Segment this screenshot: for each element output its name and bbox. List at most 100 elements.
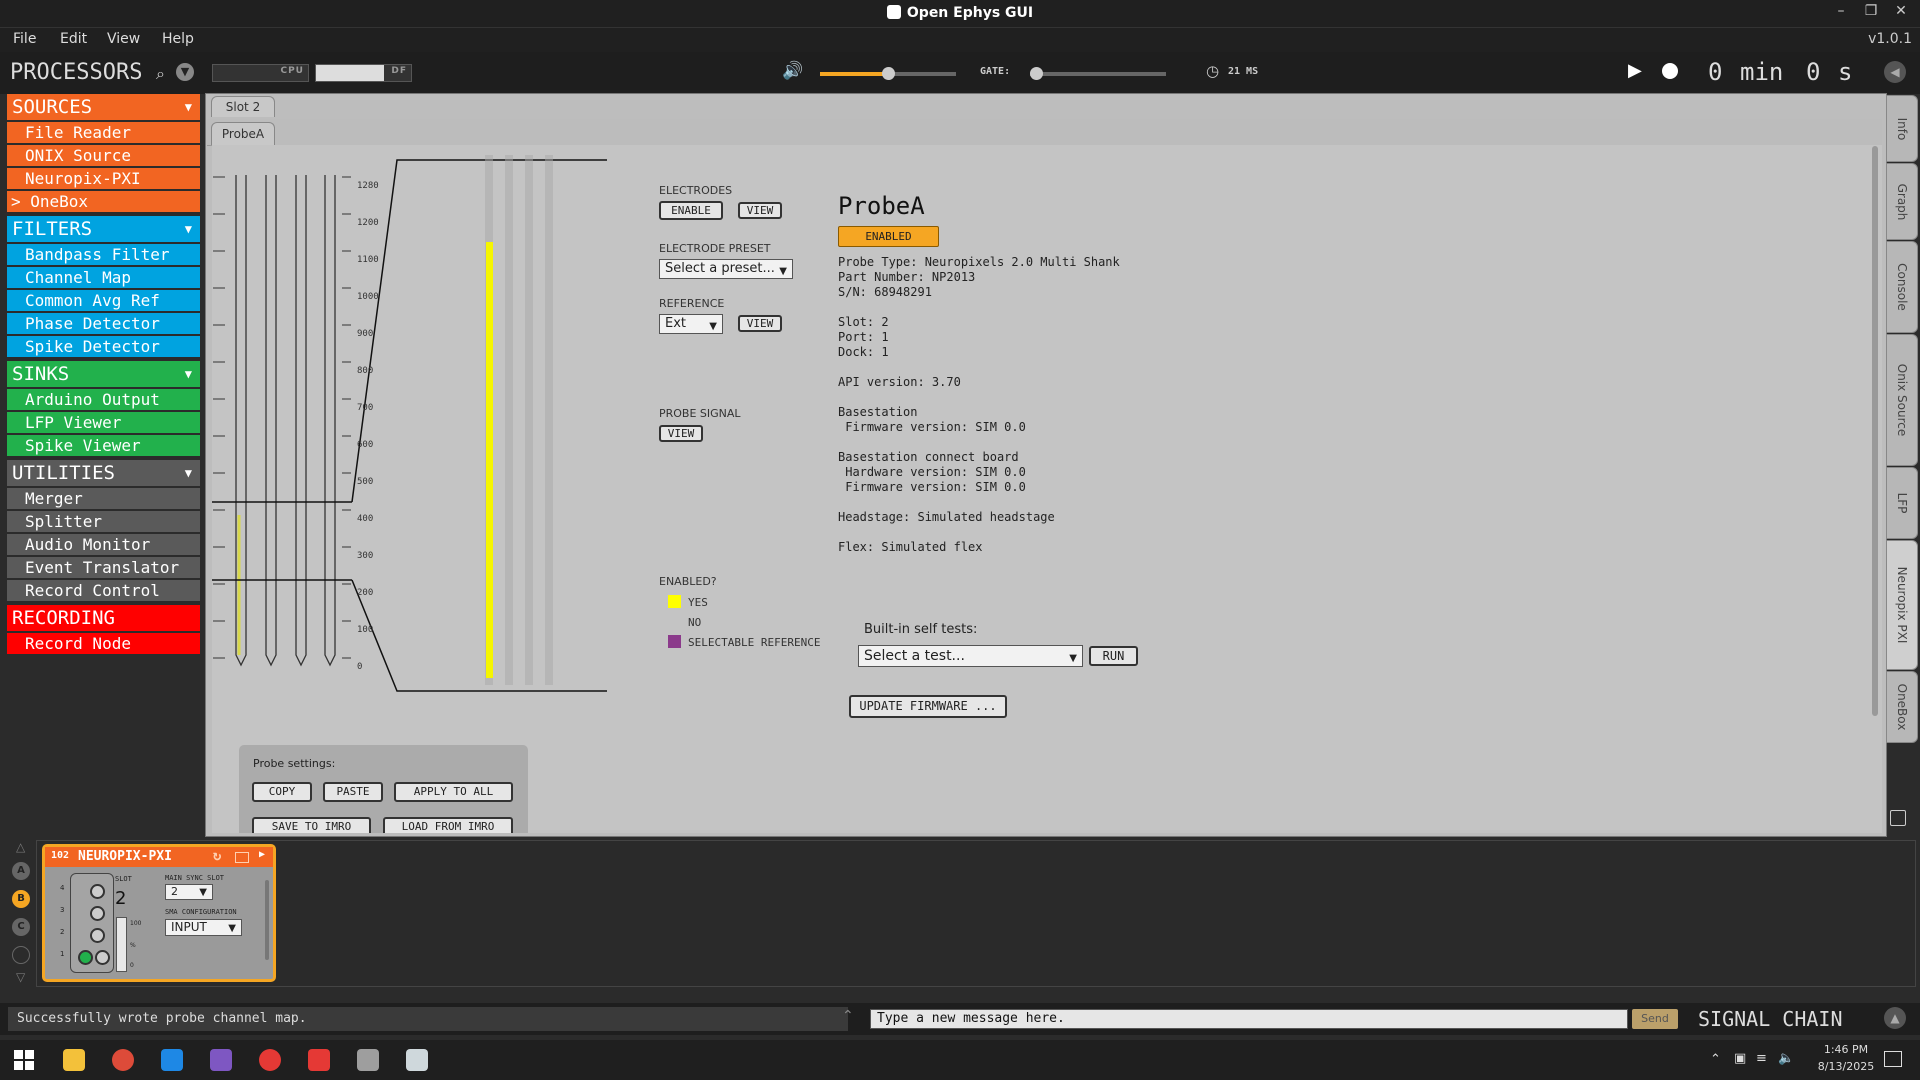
category-sinks[interactable]: SINKS ▼ [7,361,200,387]
expand-arrow-icon[interactable]: ▶ [259,849,265,860]
processor-neuropix-pxi[interactable]: Neuropix-PXI [7,168,200,189]
enable-electrodes-button[interactable]: ENABLE [659,201,723,220]
wifi-icon[interactable]: ≡ [1756,1051,1767,1066]
side-tab-graph[interactable]: Graph [1886,163,1918,240]
vertical-scrollbar[interactable] [1872,146,1878,716]
category-recording[interactable]: RECORDING [7,605,200,631]
processor-common-avg-ref[interactable]: Common Avg Ref [7,290,200,311]
load-from-imro-button[interactable]: LOAD FROM IMRO [383,817,513,833]
windows-start-icon[interactable] [14,1050,34,1070]
chrome-alt-icon[interactable] [259,1049,281,1071]
category-sources[interactable]: SOURCES ▼ [7,94,200,120]
probe-view[interactable] [212,150,622,695]
category-utilities[interactable]: UTILITIES ▼ [7,460,200,486]
message-history-icon[interactable]: ⌃ [842,1008,854,1024]
volume-slider[interactable] [820,67,956,80]
apply-to-all-button[interactable]: APPLY TO ALL [394,782,513,802]
chain-a-button[interactable]: A [12,862,30,880]
filter-dropdown-icon[interactable]: ▼ [176,63,194,81]
side-tab-onix-source[interactable]: Onix Source [1886,334,1918,466]
view-electrodes-button[interactable]: VIEW [738,202,782,219]
side-tab-console[interactable]: Console [1886,241,1918,333]
processor-phase-detector[interactable]: Phase Detector [7,313,200,334]
search-icon[interactable]: ⌕ [156,64,165,84]
visual-studio-icon[interactable] [210,1049,232,1071]
minimize-icon[interactable]: – [1826,3,1856,19]
processor-onix-source[interactable]: ONIX Source [7,145,200,166]
signal-chain-toggle-icon[interactable]: ▲ [1884,1007,1906,1029]
processor-splitter[interactable]: Splitter [7,511,200,532]
processor-record-control[interactable]: Record Control [7,580,200,601]
chrome-icon[interactable] [112,1049,134,1071]
port-2-icon[interactable] [90,928,105,943]
chain-b-button[interactable]: B [12,890,30,908]
processor-bandpass-filter[interactable]: Bandpass Filter [7,244,200,265]
speaker-icon[interactable]: 🔈 [1778,1051,1794,1066]
app-red-icon[interactable] [308,1049,330,1071]
port-1a-icon[interactable] [78,950,93,965]
paste-button[interactable]: PASTE [323,782,383,802]
play-icon[interactable]: ▶ [1628,60,1642,81]
run-test-button[interactable]: RUN [1089,646,1138,666]
scroll-down-icon[interactable]: ▽ [16,970,25,984]
file-explorer-icon[interactable] [63,1049,85,1071]
message-input[interactable]: Type a new message here. [870,1009,1628,1029]
node-header[interactable]: 102 NEUROPIX-PXI ↻ ▶ [45,847,273,867]
processor-spike-viewer[interactable]: Spike Viewer [7,435,200,456]
sma-config-select[interactable]: INPUT ▼ [165,919,242,936]
processor-record-node[interactable]: Record Node [7,633,200,654]
processor-channel-map[interactable]: Channel Map [7,267,200,288]
processor-arduino-output[interactable]: Arduino Output [7,389,200,410]
main-sync-select[interactable]: 2 ▼ [165,884,213,900]
menu-view[interactable]: View [107,31,140,47]
side-tab-neuropix-pxi[interactable]: Neuropix PXI [1886,540,1918,670]
volume-icon[interactable]: 🔊 [782,61,803,81]
processor-onebox[interactable]: > OneBox [7,191,200,212]
taskbar-time[interactable]: 1:46 PM [1816,1043,1876,1056]
update-firmware-button[interactable]: UPDATE FIRMWARE ... [849,695,1007,718]
menu-file[interactable]: File [13,31,36,47]
processor-spike-detector[interactable]: Spike Detector [7,336,200,357]
open-ephys-taskbar-icon[interactable] [357,1049,379,1071]
restore-icon[interactable]: ❐ [1856,3,1886,19]
node-scrollbar[interactable] [265,880,269,960]
save-to-imro-button[interactable]: SAVE TO IMRO [252,817,371,833]
record-icon[interactable] [1662,63,1678,79]
processor-event-translator[interactable]: Event Translator [7,557,200,578]
view-probe-signal-button[interactable]: VIEW [659,425,703,442]
processor-file-reader[interactable]: File Reader [7,122,200,143]
taskbar-date[interactable]: 8/13/2025 [1810,1060,1882,1073]
menu-help[interactable]: Help [162,31,194,47]
scroll-up-icon[interactable]: △ [16,840,25,854]
port-1b-icon[interactable] [95,950,110,965]
close-icon[interactable]: ✕ [1886,3,1916,19]
side-tab-lfp[interactable]: LFP [1886,467,1918,539]
menu-edit[interactable]: Edit [60,31,87,47]
category-filters[interactable]: FILTERS ▼ [7,216,200,242]
reference-select[interactable]: Ext ▼ [659,314,723,334]
vscode-icon[interactable] [161,1049,183,1071]
notification-icon[interactable] [1884,1051,1902,1067]
send-button[interactable]: Send [1632,1009,1678,1029]
collapse-arrow-icon[interactable]: ◀ [1884,61,1906,83]
chain-empty-slot-icon[interactable] [12,946,30,964]
tray-overflow-icon[interactable]: ⌃ [1710,1052,1721,1067]
electrode-preset-select[interactable]: Select a preset... ▼ [659,259,793,279]
copy-button[interactable]: COPY [252,782,312,802]
port-4-icon[interactable] [90,884,105,899]
sync-icon[interactable]: ↻ [213,848,221,864]
port-3-icon[interactable] [90,906,105,921]
panel-toggle-icon[interactable] [1890,810,1906,826]
gate-slider[interactable] [1030,67,1166,80]
side-tab-onebox[interactable]: OneBox [1886,671,1918,743]
processor-lfp-viewer[interactable]: LFP Viewer [7,412,200,433]
remote-desktop-icon[interactable] [406,1049,428,1071]
self-test-select[interactable]: Select a test... ▼ [858,645,1083,667]
processor-audio-monitor[interactable]: Audio Monitor [7,534,200,555]
chain-c-button[interactable]: C [12,918,30,936]
processor-merger[interactable]: Merger [7,488,200,509]
tray-meet-icon[interactable]: ▣ [1734,1051,1746,1066]
side-tab-info[interactable]: Info [1886,95,1918,162]
tab-probea[interactable]: ProbeA [211,122,275,145]
window-icon[interactable] [235,852,249,863]
